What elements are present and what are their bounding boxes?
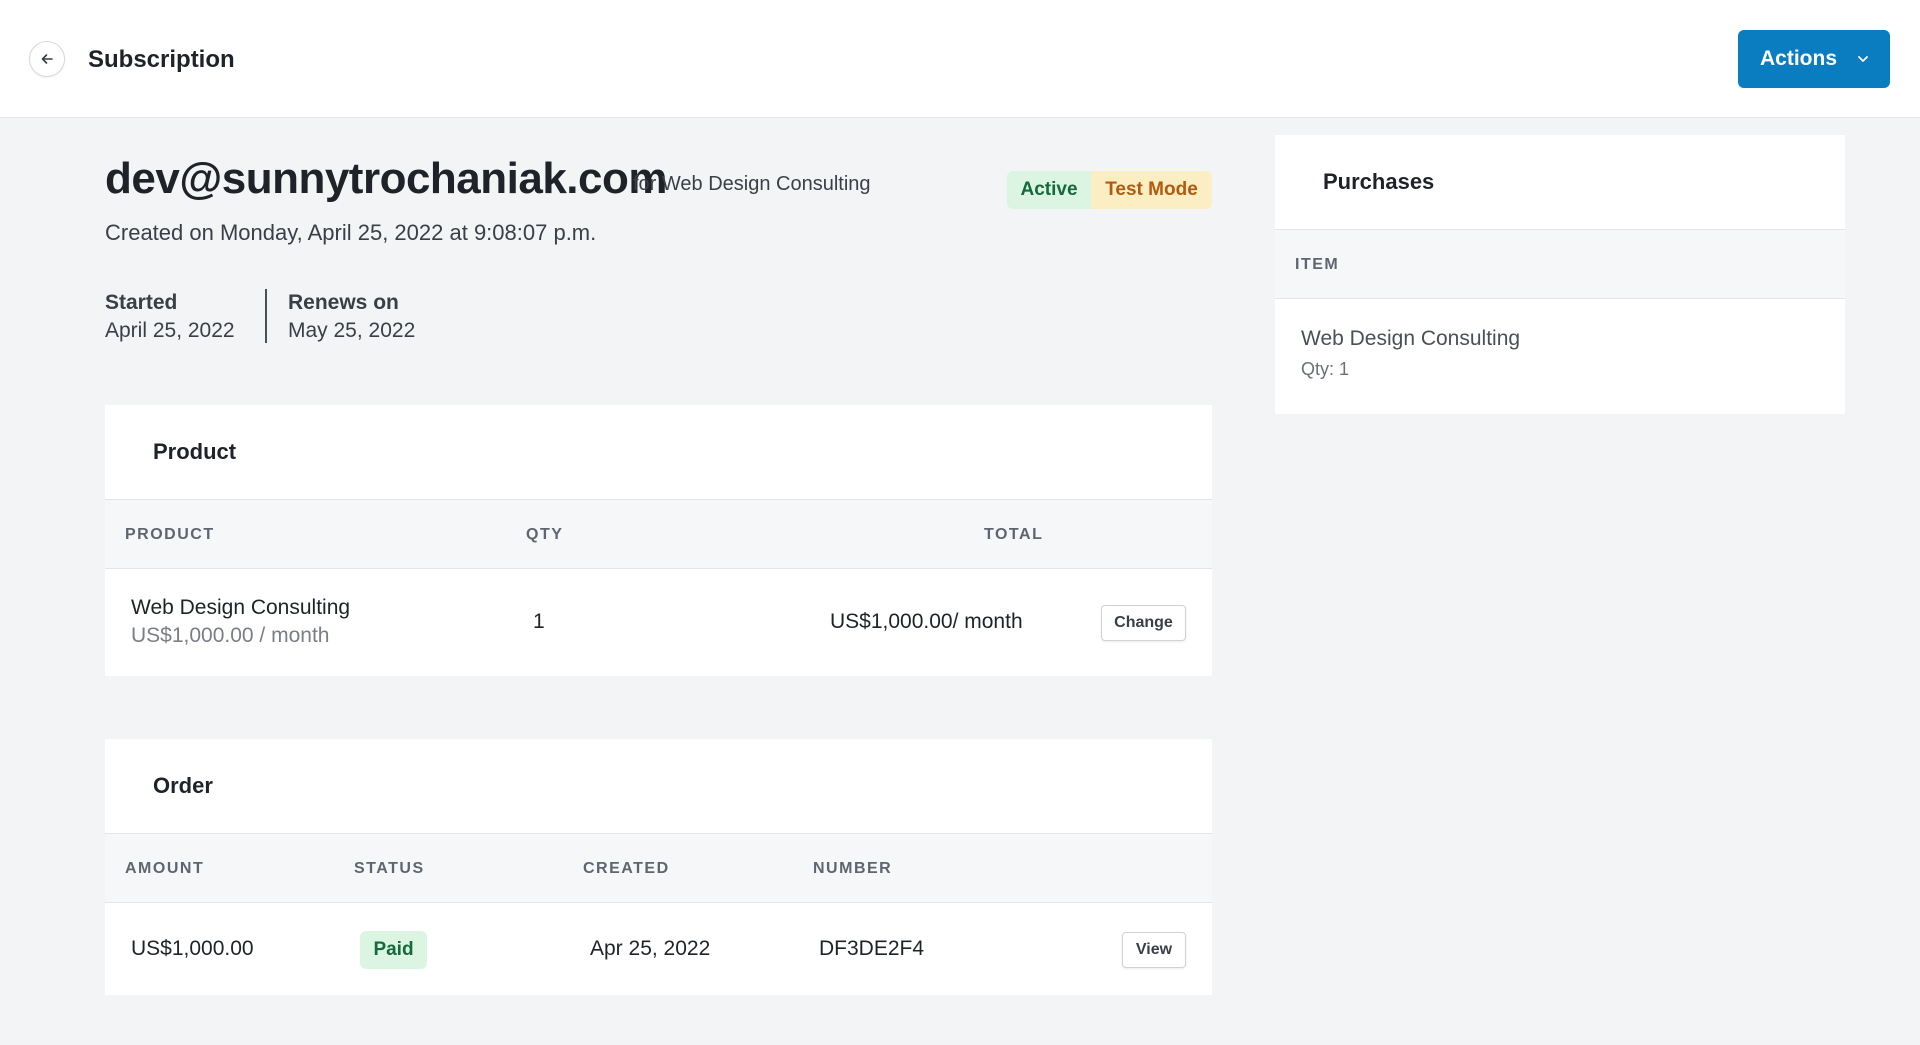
purchases-table-header: ITEM xyxy=(1275,229,1845,299)
top-bar: Subscription Actions xyxy=(0,0,1920,118)
order-amount: US$1,000.00 xyxy=(131,937,254,960)
actions-button-label: Actions xyxy=(1760,47,1838,70)
column-header-amount: AMOUNT xyxy=(125,860,205,877)
purchase-item-qty: Qty: 1 xyxy=(1301,359,1350,379)
product-total: US$1,000.00/ month xyxy=(830,610,1023,633)
renews-label: Renews on xyxy=(288,291,399,314)
column-header-qty: QTY xyxy=(526,526,564,543)
order-created: Apr 25, 2022 xyxy=(590,937,711,960)
product-qty: 1 xyxy=(533,610,545,633)
purchases-card: Purchases ITEM Web Design Consulting Qty… xyxy=(1275,135,1845,414)
purchases-card-title: Purchases xyxy=(1323,169,1435,194)
product-table-header: PRODUCT QTY TOTAL xyxy=(105,499,1212,569)
order-card-title: Order xyxy=(153,773,213,798)
started-label: Started xyxy=(105,291,178,314)
view-button[interactable]: View xyxy=(1122,932,1186,968)
product-card-title: Product xyxy=(153,439,237,464)
actions-button[interactable]: Actions xyxy=(1738,30,1890,88)
created-on-text: Created on Monday, April 25, 2022 at 9:0… xyxy=(105,220,597,245)
column-header-created: CREATED xyxy=(583,860,670,877)
order-table-header: AMOUNT STATUS CREATED NUMBER xyxy=(105,833,1212,903)
column-header-item: ITEM xyxy=(1295,256,1340,273)
purchase-item-name: Web Design Consulting xyxy=(1301,327,1521,350)
page-title: Subscription xyxy=(88,46,235,73)
status-badge-test-mode: Test Mode xyxy=(1091,171,1212,209)
status-badge-active: Active xyxy=(1007,171,1091,209)
column-header-product: PRODUCT xyxy=(125,526,215,543)
meta-divider xyxy=(265,289,267,343)
chevron-down-icon xyxy=(1858,56,1868,62)
started-info: Started April 25, 2022 xyxy=(105,289,235,345)
order-status-badge: Paid xyxy=(360,931,427,969)
customer-email: dev@sunnytrochaniak.com xyxy=(105,154,668,203)
order-number: DF3DE2F4 xyxy=(819,937,925,960)
product-for-label: for Web Design Consulting xyxy=(633,173,871,195)
started-value: April 25, 2022 xyxy=(105,319,235,342)
back-button[interactable] xyxy=(29,41,65,77)
column-header-status: STATUS xyxy=(354,860,425,877)
product-price: US$1,000.00 / month xyxy=(131,624,330,647)
renews-value: May 25, 2022 xyxy=(288,319,416,342)
change-button[interactable]: Change xyxy=(1101,605,1186,641)
product-card: Product PRODUCT QTY TOTAL Web Design Con… xyxy=(105,405,1212,676)
column-header-total: TOTAL xyxy=(984,526,1044,543)
arrow-left-icon xyxy=(41,54,53,64)
order-card: Order AMOUNT STATUS CREATED NUMBER US$1,… xyxy=(105,739,1212,995)
column-header-number: NUMBER xyxy=(813,860,893,877)
product-name: Web Design Consulting xyxy=(131,596,351,619)
renews-info: Renews on May 25, 2022 xyxy=(288,289,415,345)
